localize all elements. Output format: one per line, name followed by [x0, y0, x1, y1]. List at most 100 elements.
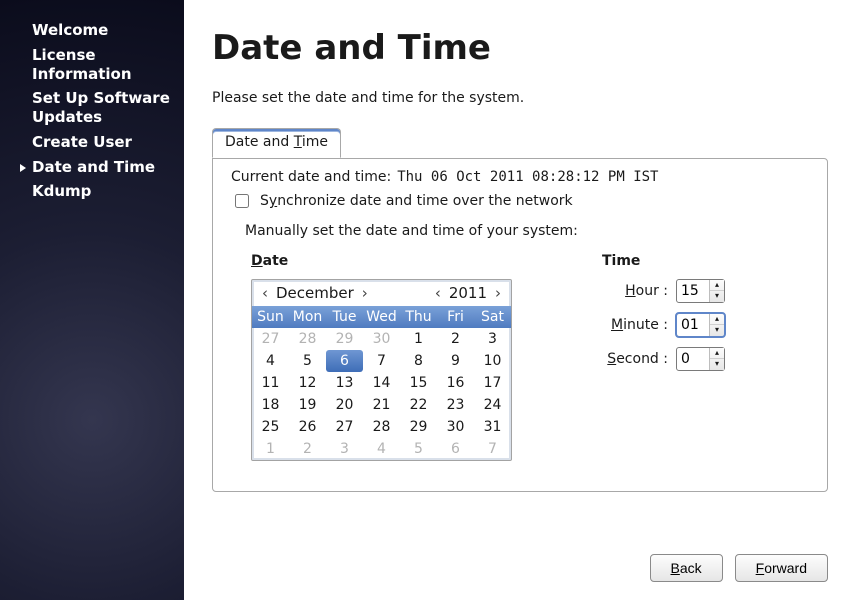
second-up-button[interactable]: ▴	[710, 348, 724, 359]
calendar-day[interactable]: 1	[400, 328, 437, 350]
calendar-day[interactable]: 31	[474, 416, 511, 438]
calendar-day[interactable]: 28	[363, 416, 400, 438]
calendar-day[interactable]: 30	[437, 416, 474, 438]
calendar-day[interactable]: 20	[326, 394, 363, 416]
minute-spin: ▴ ▾	[676, 313, 725, 337]
calendar-day[interactable]: 13	[326, 372, 363, 394]
sidebar-item-label: Create User	[32, 133, 132, 152]
calendar-dayheader: Fri	[437, 306, 474, 328]
calendar-month[interactable]: December	[276, 284, 354, 302]
sidebar-item-label: Date and Time	[32, 158, 155, 177]
tab-strip: Date and Time	[212, 128, 828, 158]
calendar-day[interactable]: 21	[363, 394, 400, 416]
calendar-day[interactable]: 12	[289, 372, 326, 394]
calendar-day[interactable]: 3	[326, 438, 363, 460]
hour-spin: ▴ ▾	[676, 279, 725, 303]
hour-up-button[interactable]: ▴	[710, 280, 724, 291]
sidebar-item-label: Kdump	[32, 182, 91, 201]
main-content: Date and Time Please set the date and ti…	[184, 0, 856, 600]
calendar-dayheader: Sun	[252, 306, 289, 328]
calendar-day[interactable]: 22	[400, 394, 437, 416]
minute-down-button[interactable]: ▾	[710, 325, 724, 336]
calendar-dayheader: Thu	[400, 306, 437, 328]
calendar-day[interactable]: 4	[252, 350, 289, 372]
calendar-dayheader: Tue	[326, 306, 363, 328]
calendar-day[interactable]: 28	[289, 328, 326, 350]
sidebar-item-2[interactable]: Set Up Software Updates	[0, 86, 184, 130]
page-description: Please set the date and time for the sys…	[212, 90, 828, 106]
calendar-day[interactable]: 29	[400, 416, 437, 438]
hour-input[interactable]	[677, 280, 709, 302]
prev-year-button[interactable]: ‹	[431, 284, 445, 302]
second-label: Second :	[602, 351, 668, 367]
sidebar-item-1[interactable]: License Information	[0, 43, 184, 87]
calendar-dayheader: Wed	[363, 306, 400, 328]
calendar-day[interactable]: 23	[437, 394, 474, 416]
calendar-day[interactable]: 27	[326, 416, 363, 438]
calendar-year[interactable]: 2011	[449, 284, 487, 302]
calendar-day[interactable]: 29	[326, 328, 363, 350]
calendar-dayheader: Mon	[289, 306, 326, 328]
calendar-day[interactable]: 17	[474, 372, 511, 394]
calendar-day[interactable]: 2	[289, 438, 326, 460]
sync-network-row[interactable]: Synchronize date and time over the netwo…	[231, 191, 809, 211]
calendar-day[interactable]: 16	[437, 372, 474, 394]
calendar-day[interactable]: 4	[363, 438, 400, 460]
date-time-panel: Current date and time: Thu 06 Oct 2011 0…	[212, 158, 828, 492]
sidebar-item-label: License Information	[32, 46, 174, 84]
calendar-day[interactable]: 10	[474, 350, 511, 372]
calendar-day[interactable]: 27	[252, 328, 289, 350]
calendar-day[interactable]: 19	[289, 394, 326, 416]
calendar-day[interactable]: 1	[252, 438, 289, 460]
calendar-day[interactable]: 26	[289, 416, 326, 438]
tab-label-underline: T	[294, 134, 302, 150]
tab-label-post: ime	[302, 134, 328, 150]
calendar-day[interactable]: 5	[289, 350, 326, 372]
calendar-day[interactable]: 24	[474, 394, 511, 416]
sync-network-checkbox[interactable]	[235, 194, 249, 208]
calendar-day[interactable]: 25	[252, 416, 289, 438]
calendar-day[interactable]: 8	[400, 350, 437, 372]
wizard-steps-sidebar: Welcome License InformationSet Up Softwar…	[0, 0, 184, 600]
calendar-day[interactable]: 18	[252, 394, 289, 416]
prev-month-button[interactable]: ‹	[258, 284, 272, 302]
hour-down-button[interactable]: ▾	[710, 291, 724, 302]
time-section: Time Hour : ▴ ▾ Minute :	[602, 253, 725, 381]
calendar-day[interactable]: 9	[437, 350, 474, 372]
sidebar-item-4[interactable]: Date and Time	[0, 155, 184, 180]
second-input[interactable]	[677, 348, 709, 370]
forward-button[interactable]: Forward	[735, 554, 828, 582]
time-section-title: Time	[602, 253, 725, 269]
next-month-button[interactable]: ›	[358, 284, 372, 302]
date-section-title: Date	[251, 253, 512, 269]
calendar-grid: SunMonTueWedThuFriSat 272829301234567891…	[252, 306, 511, 460]
tab-date-and-time[interactable]: Date and Time	[212, 128, 341, 158]
calendar-dayheader: Sat	[474, 306, 511, 328]
sidebar-item-0[interactable]: Welcome	[0, 18, 184, 43]
back-button[interactable]: Back	[650, 554, 723, 582]
sidebar-item-5[interactable]: Kdump	[0, 179, 184, 204]
minute-input[interactable]	[677, 314, 709, 336]
next-year-button[interactable]: ›	[491, 284, 505, 302]
tab-label-pre: Date and	[225, 134, 294, 150]
calendar-day[interactable]: 3	[474, 328, 511, 350]
calendar-day[interactable]: 6	[437, 438, 474, 460]
setup-wizard: Welcome License InformationSet Up Softwar…	[0, 0, 856, 600]
calendar-day[interactable]: 11	[252, 372, 289, 394]
calendar-day[interactable]: 5	[400, 438, 437, 460]
calendar-day[interactable]: 7	[474, 438, 511, 460]
calendar-day[interactable]: 15	[400, 372, 437, 394]
current-datetime-label: Current date and time:	[231, 169, 391, 185]
calendar: ‹ December › ‹ 2011 › SunMonTueWedT	[251, 279, 512, 461]
hour-label: Hour :	[602, 283, 668, 299]
calendar-day[interactable]: 6	[326, 350, 363, 372]
calendar-day[interactable]: 14	[363, 372, 400, 394]
sync-network-label: Synchronize date and time over the netwo…	[260, 193, 573, 209]
calendar-day[interactable]: 7	[363, 350, 400, 372]
current-datetime-value: Thu 06 Oct 2011 08:28:12 PM IST	[397, 169, 658, 185]
calendar-day[interactable]: 2	[437, 328, 474, 350]
sidebar-item-3[interactable]: Create User	[0, 130, 184, 155]
second-down-button[interactable]: ▾	[710, 359, 724, 370]
calendar-day[interactable]: 30	[363, 328, 400, 350]
minute-up-button[interactable]: ▴	[710, 314, 724, 325]
